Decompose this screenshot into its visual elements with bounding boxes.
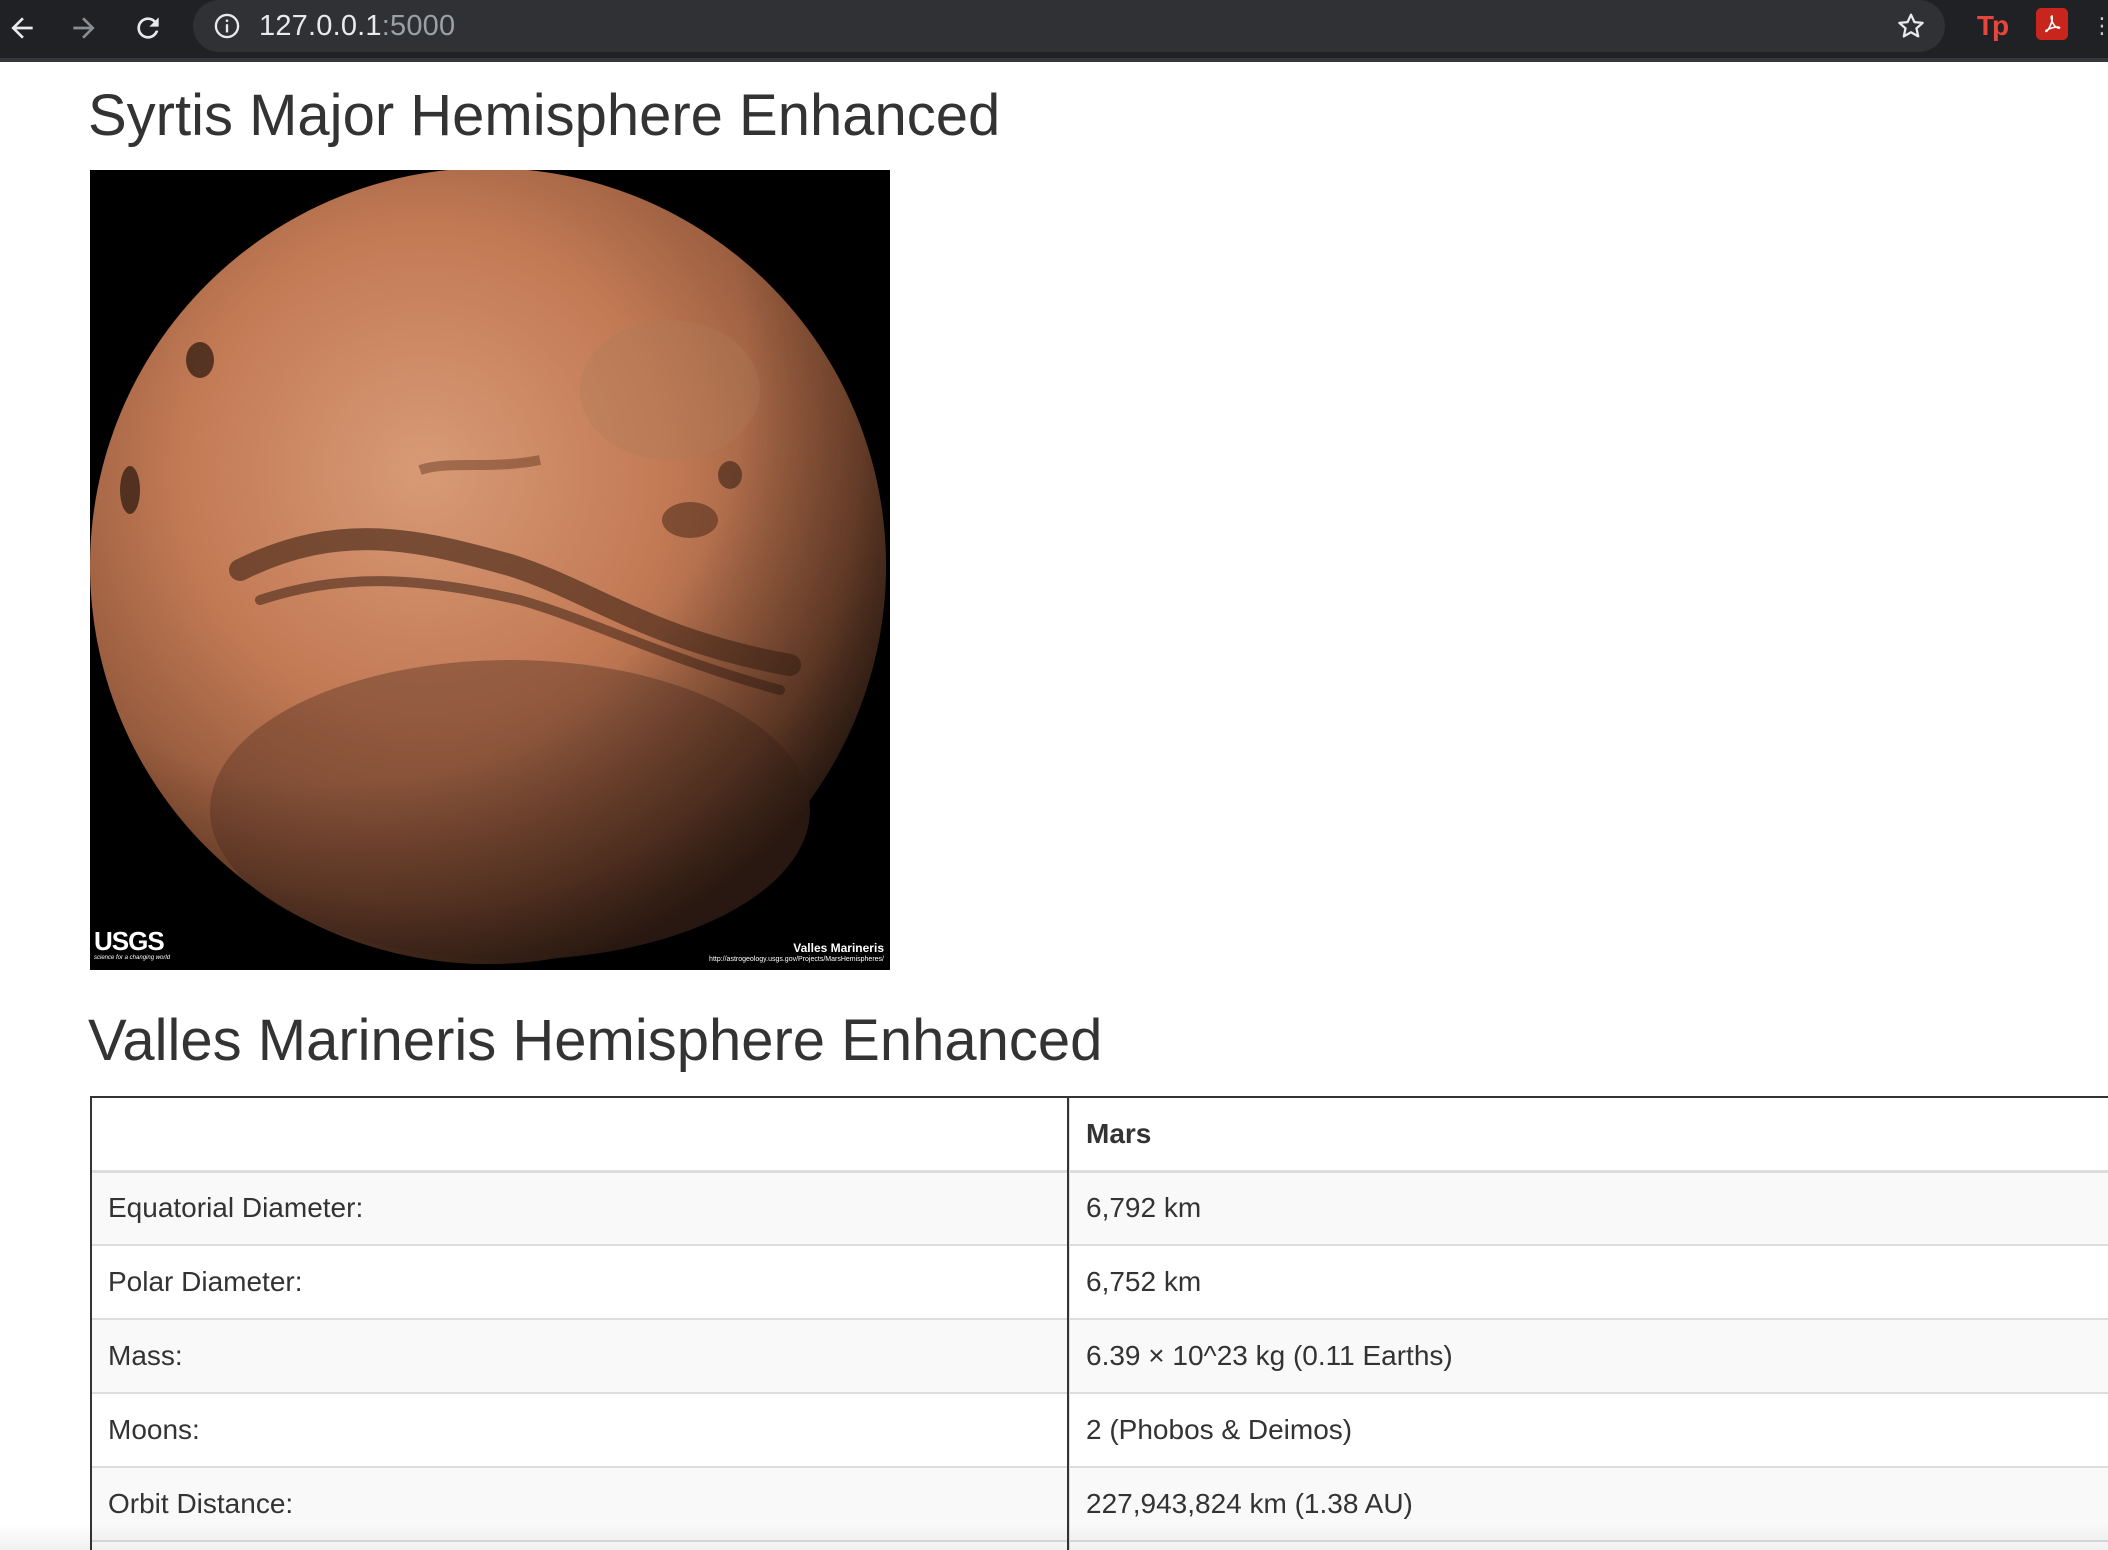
hemisphere-title: Syrtis Major Hemisphere Enhanced bbox=[88, 83, 1001, 148]
table-row: Equatorial Diameter: 6,792 km bbox=[90, 1170, 2108, 1246]
browser-toolbar: 127.0.0.1:5000 Tp ⋮ bbox=[0, 0, 2108, 62]
table-row bbox=[90, 1540, 2108, 1550]
table-row: Mass: 6.39 × 10^23 kg (0.11 Earths) bbox=[90, 1318, 2108, 1394]
image-caption-title: Valles Marineris bbox=[793, 941, 884, 955]
fact-value: 2 (Phobos & Deimos) bbox=[1068, 1392, 2108, 1468]
forward-button[interactable] bbox=[62, 6, 106, 50]
address-bar[interactable]: 127.0.0.1:5000 bbox=[193, 0, 1945, 52]
acrobat-icon bbox=[2045, 15, 2061, 33]
url-port: :5000 bbox=[381, 10, 456, 42]
table-header-cell: Mars bbox=[1068, 1096, 2108, 1173]
info-icon[interactable] bbox=[213, 12, 241, 40]
usgs-logo: USGS science for a changing world bbox=[94, 928, 170, 962]
fact-label bbox=[90, 1540, 1070, 1550]
fact-value: 6.39 × 10^23 kg (0.11 Earths) bbox=[1068, 1318, 2108, 1394]
extension-tp-icon[interactable]: Tp bbox=[1972, 8, 2012, 44]
hemisphere-title: Valles Marineris Hemisphere Enhanced bbox=[88, 1008, 1103, 1073]
mars-globe-image bbox=[90, 170, 890, 970]
table-row: Moons: 2 (Phobos & Deimos) bbox=[90, 1392, 2108, 1468]
fact-label: Orbit Distance: bbox=[90, 1466, 1070, 1542]
arrow-left-icon bbox=[11, 17, 33, 39]
fact-label: Polar Diameter: bbox=[90, 1244, 1070, 1320]
table-row: Polar Diameter: 6,752 km bbox=[90, 1244, 2108, 1320]
more-menu-icon[interactable]: ⋮ bbox=[2091, 8, 2108, 44]
table-header-row: Mars bbox=[90, 1096, 2108, 1173]
table-row: Orbit Distance: 227,943,824 km (1.38 AU) bbox=[90, 1466, 2108, 1542]
reload-button[interactable] bbox=[126, 6, 170, 50]
url-host: 127.0.0.1 bbox=[259, 10, 382, 42]
bookmark-star-icon[interactable] bbox=[1895, 10, 1927, 42]
fact-label: Mass: bbox=[90, 1318, 1070, 1394]
fact-value: 6,792 km bbox=[1068, 1170, 2108, 1246]
hemisphere-image: USGS science for a changing world Valles… bbox=[90, 170, 890, 970]
image-caption: Valles Marineris http://astrogeology.usg… bbox=[709, 941, 884, 964]
fact-value: 227,943,824 km (1.38 AU) bbox=[1068, 1466, 2108, 1542]
fact-value: 6,752 km bbox=[1068, 1244, 2108, 1320]
fact-value bbox=[1068, 1540, 2108, 1550]
usgs-logo-tagline: science for a changing world bbox=[94, 955, 171, 961]
mars-facts-table: Mars Equatorial Diameter: 6,792 km Polar… bbox=[90, 1096, 2108, 1550]
url-text: 127.0.0.1:5000 bbox=[259, 9, 455, 43]
image-caption-url: http://astrogeology.usgs.gov/Projects/Ma… bbox=[709, 956, 884, 963]
fact-label: Moons: bbox=[90, 1392, 1070, 1468]
usgs-logo-text: USGS bbox=[94, 926, 165, 956]
arrow-right-icon bbox=[73, 17, 95, 39]
extension-pdf-icon[interactable] bbox=[2036, 8, 2068, 40]
reload-icon bbox=[137, 17, 159, 39]
fact-label: Equatorial Diameter: bbox=[90, 1170, 1070, 1246]
back-button[interactable] bbox=[0, 6, 44, 50]
table-header-cell bbox=[90, 1096, 1070, 1173]
page-content: Syrtis Major Hemisphere Enhanced USGS sc… bbox=[0, 62, 2108, 1550]
